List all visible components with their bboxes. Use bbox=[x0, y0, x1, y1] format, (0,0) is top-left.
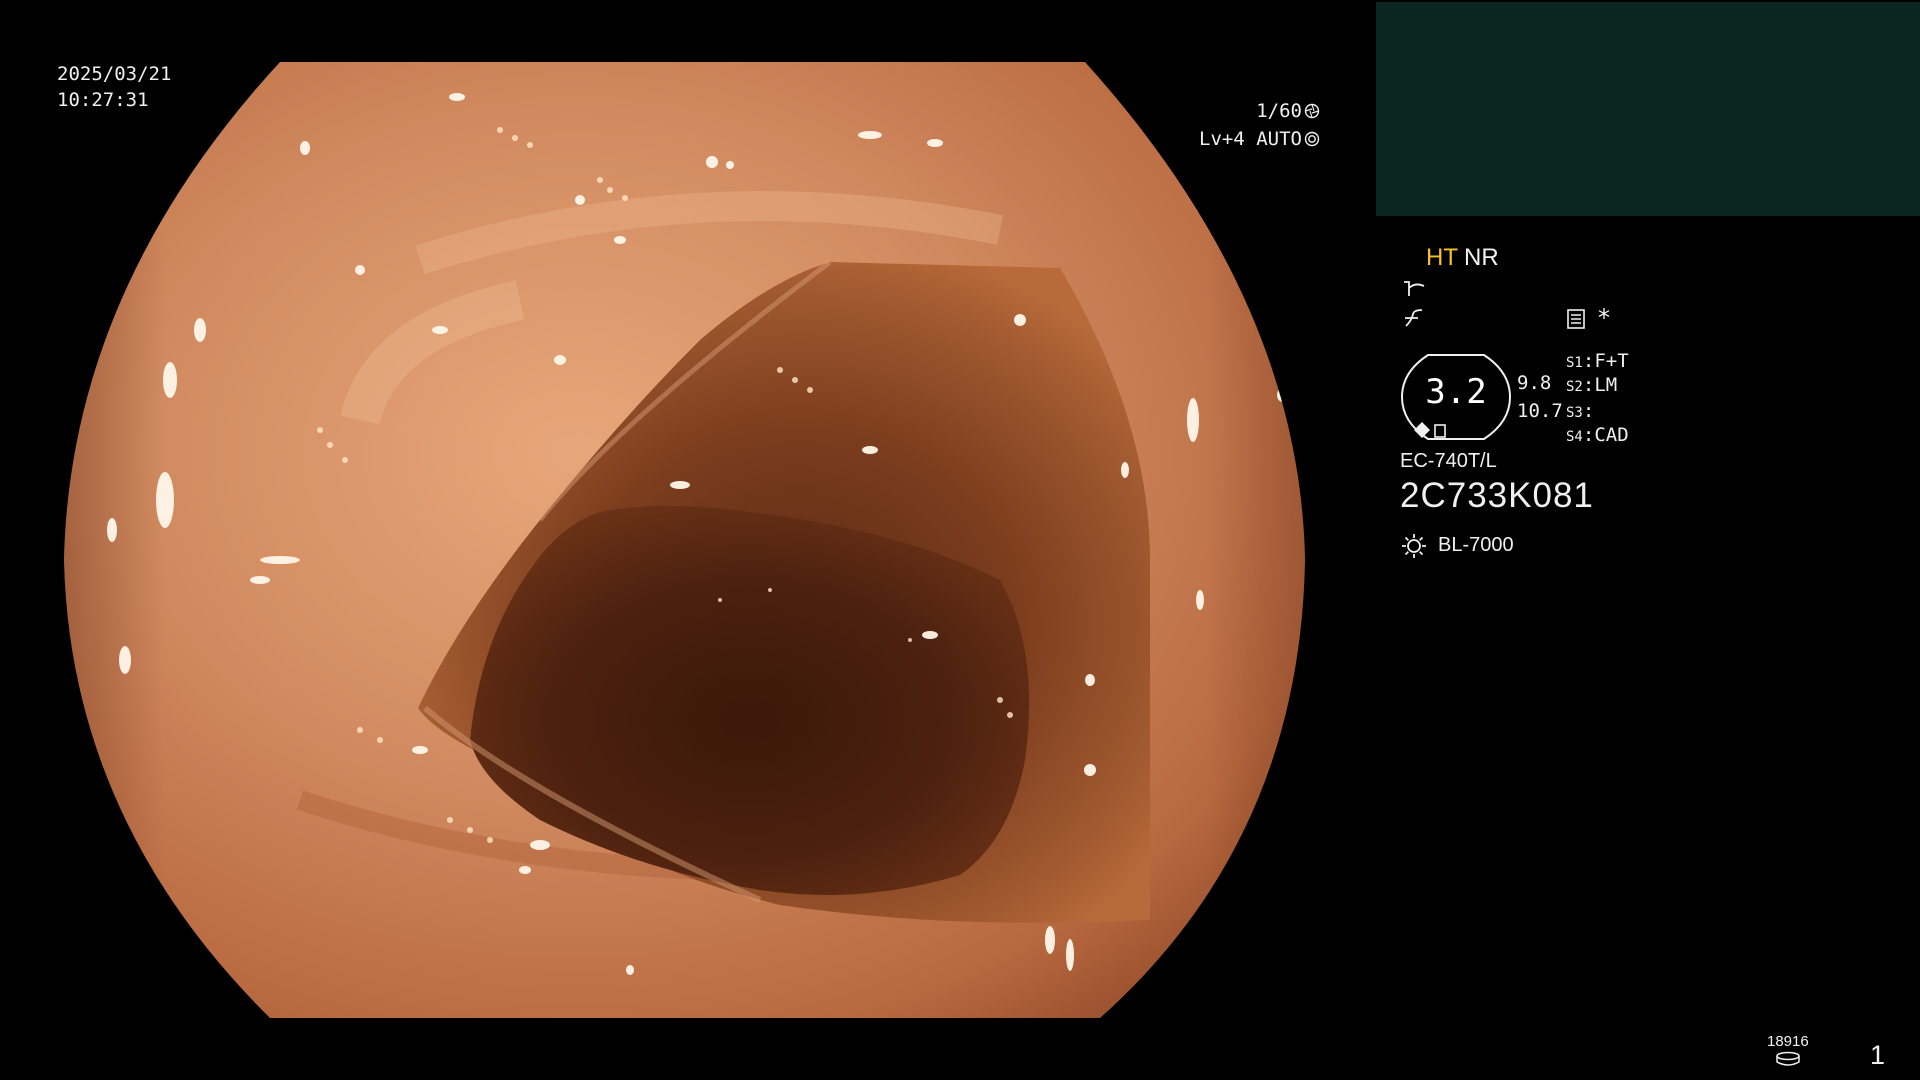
zoom-value-b: 10.7 bbox=[1517, 400, 1563, 422]
switch-value: CAD bbox=[1594, 424, 1629, 446]
exam-time: 10:27:31 bbox=[57, 89, 149, 111]
tone-curve-icon bbox=[1404, 281, 1425, 296]
switch-key: S4 bbox=[1566, 429, 1583, 445]
switch-key: S1 bbox=[1566, 355, 1583, 371]
enhancement-curve-icon bbox=[1405, 309, 1423, 327]
switch-key: S3 bbox=[1566, 405, 1583, 421]
auto-iris-icon bbox=[1304, 131, 1320, 147]
scope-model: EC-740T/L bbox=[1400, 450, 1497, 472]
document-icon bbox=[1567, 309, 1585, 329]
page-number: 1 bbox=[1870, 1040, 1886, 1070]
iris-mode: Lv+4 AUTO bbox=[1199, 128, 1302, 150]
image-counter: 18916 bbox=[1767, 1033, 1809, 1050]
magnification-value: 3.2 bbox=[1425, 372, 1487, 412]
switch-key: S2 bbox=[1566, 379, 1583, 395]
zoom-value-a: 9.8 bbox=[1517, 372, 1552, 394]
endoscope-image bbox=[64, 62, 1305, 1018]
switch-value: F+T bbox=[1594, 350, 1629, 372]
exam-date: 2025/03/21 bbox=[57, 63, 172, 85]
shutter-speed-row: 1/60 bbox=[1256, 99, 1320, 124]
switch-s2: S2:LM bbox=[1566, 374, 1618, 396]
scope-serial-number: 2C733K081 bbox=[1400, 476, 1594, 515]
switch-s1: S1:F+T bbox=[1566, 350, 1629, 372]
light-source-icon bbox=[1402, 534, 1426, 558]
storage-disk-icon bbox=[1776, 1051, 1800, 1066]
switch-s3: S3: bbox=[1566, 400, 1595, 422]
switch-s4: S4:CAD bbox=[1566, 424, 1629, 446]
mode-ht-label: HT bbox=[1426, 244, 1458, 271]
light-source-model: BL-7000 bbox=[1438, 534, 1514, 556]
shutter-speed: 1/60 bbox=[1256, 100, 1302, 122]
mode-nr-label: NR bbox=[1464, 244, 1499, 271]
endoscope-view bbox=[0, 0, 1372, 1080]
iris-mode-row: Lv+4 AUTO bbox=[1199, 127, 1320, 152]
aperture-icon bbox=[1304, 103, 1320, 119]
thumbnail-panel bbox=[1376, 2, 1920, 216]
asterisk-icon: * bbox=[1598, 304, 1610, 332]
switch-value: LM bbox=[1594, 374, 1618, 396]
